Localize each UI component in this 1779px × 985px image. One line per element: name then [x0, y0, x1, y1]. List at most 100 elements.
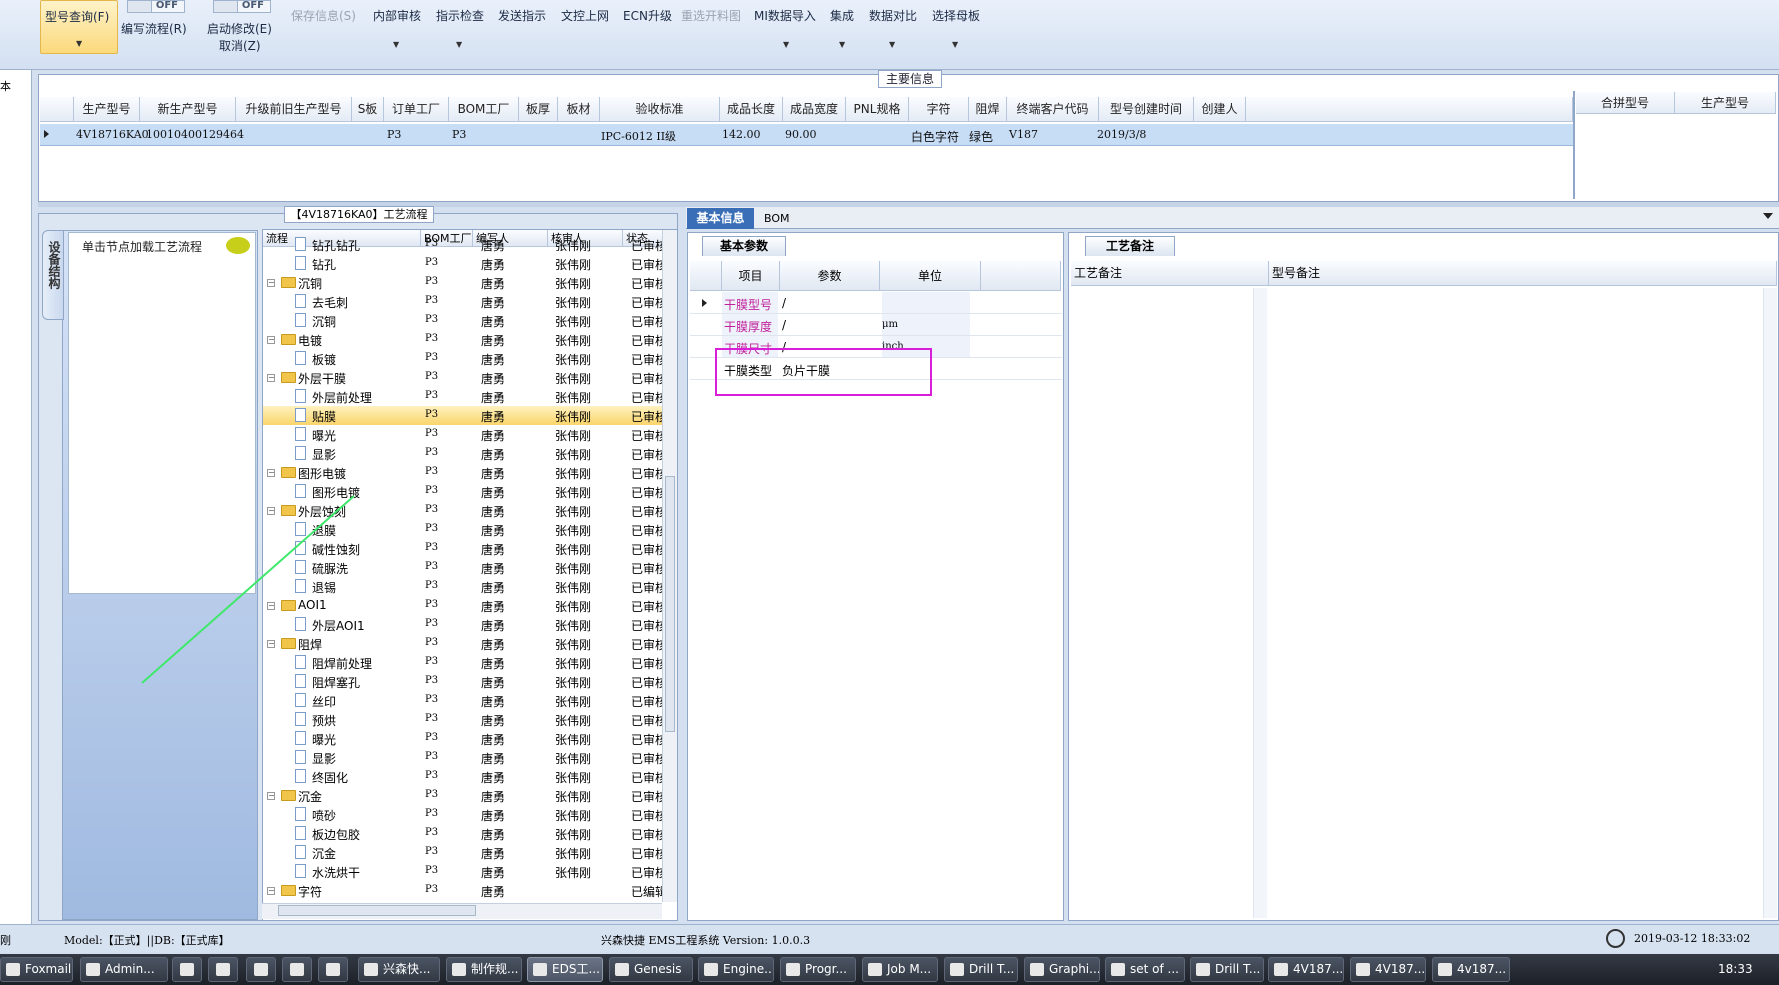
ecn-upgrade-button[interactable]: ECN升级 [623, 7, 672, 24]
taskbar-button[interactable]: Foxmail [0, 957, 73, 982]
col-customer-code[interactable]: 终端客户代码 [1007, 97, 1099, 122]
tree-row[interactable]: 显影 P3 唐勇 张伟刚 已审核 [263, 748, 667, 767]
model-query-button[interactable]: 型号查询(F) ▼ [40, 0, 118, 54]
param-value[interactable]: / [782, 318, 786, 332]
col-s-board[interactable]: S板 [352, 97, 384, 122]
tree-row[interactable]: 板边包胶 P3 唐勇 张伟刚 已审核 [263, 824, 667, 843]
grid-corner[interactable] [40, 97, 74, 122]
start-modify-toggle[interactable]: OFF [213, 0, 271, 13]
model-notes-scrollbar[interactable] [1763, 288, 1777, 918]
start-modify-button[interactable]: 启动修改(E) [207, 20, 272, 37]
taskbar-button[interactable] [172, 957, 202, 982]
tree-row[interactable]: 显影 P3 唐勇 张伟刚 已审核 [263, 444, 667, 463]
taskbar-button[interactable] [246, 957, 276, 982]
taskbar-button[interactable]: 4V187... [1268, 957, 1344, 982]
col-merge-model[interactable]: 合拼型号 [1576, 92, 1675, 114]
params-corner[interactable] [690, 261, 722, 291]
chevron-down-icon[interactable]: ▼ [889, 40, 895, 49]
taskbar-button[interactable]: 制作规... [446, 957, 522, 982]
tree-row[interactable]: − 图形电镀 P3 唐勇 张伟刚 已审核 [263, 463, 667, 482]
param-row[interactable]: 干膜型号 / [690, 292, 1062, 314]
notes-col-process[interactable]: 工艺备注 [1071, 261, 1269, 286]
tree-row[interactable]: 板镀 P3 唐勇 张伟刚 已审核 [263, 349, 667, 368]
tree-hscroll-thumb[interactable] [278, 905, 476, 916]
chevron-down-icon[interactable]: ▼ [456, 40, 462, 49]
instruction-check-button[interactable]: 指示检查 [436, 7, 484, 24]
taskbar-button[interactable]: Graphi... [1024, 957, 1100, 982]
tree-row[interactable]: − 沉金 P3 唐勇 张伟刚 已审核 [263, 786, 667, 805]
col-old-model[interactable]: 升级前旧生产型号 [236, 97, 352, 122]
col-solder[interactable]: 阻焊 [969, 97, 1007, 122]
chevron-down-icon[interactable]: ▼ [783, 40, 789, 49]
tree-row[interactable]: − 字符 P3 唐勇 已编辑 [263, 881, 667, 900]
params-col-item[interactable]: 项目 [722, 261, 780, 291]
col-thickness[interactable]: 板厚 [519, 97, 558, 122]
tree-row[interactable]: 预烘 P3 唐勇 张伟刚 已审核 [263, 710, 667, 729]
col-char[interactable]: 字符 [909, 97, 969, 122]
doc-upload-button[interactable]: 文控上网 [561, 7, 609, 24]
col-side-prod-model[interactable]: 生产型号 [1675, 92, 1776, 114]
notes-scrollbar[interactable] [1253, 288, 1267, 918]
tree-row[interactable]: 沉金 P3 唐勇 张伟刚 已审核 [263, 843, 667, 862]
write-flow-toggle[interactable]: OFF [127, 0, 185, 13]
col-bom-factory[interactable]: BOM工厂 [449, 97, 519, 122]
col-order-factory[interactable]: 订单工厂 [384, 97, 449, 122]
col-pnl[interactable]: PNL规格 [846, 97, 909, 122]
taskbar-button[interactable]: 兴森快... [358, 957, 440, 982]
param-value[interactable]: / [782, 296, 786, 310]
tree-row[interactable]: 喷砂 P3 唐勇 张伟刚 已审核 [263, 805, 667, 824]
cancel-button[interactable]: 取消(Z) [219, 37, 261, 54]
taskbar-button[interactable] [282, 957, 312, 982]
notes-col-model[interactable]: 型号备注 [1269, 261, 1777, 286]
tab-basic-params[interactable]: 基本参数 [702, 236, 786, 256]
send-instruction-button[interactable]: 发送指示 [498, 7, 546, 24]
taskbar-button[interactable]: 4v187... [1432, 957, 1510, 982]
col-width[interactable]: 成品宽度 [783, 97, 846, 122]
chevron-down-icon[interactable]: ▼ [393, 40, 399, 49]
tree-row[interactable]: 钻孔 P3 唐勇 张伟刚 已审核 [263, 254, 667, 273]
collapse-icon[interactable]: − [267, 469, 275, 477]
taskbar-button[interactable] [208, 957, 238, 982]
col-created[interactable]: 型号创建时间 [1099, 97, 1194, 122]
collapse-icon[interactable]: − [267, 336, 275, 344]
integrate-button[interactable]: 集成 [830, 7, 854, 24]
tab-bom[interactable]: BOM [764, 212, 790, 225]
col-prod-model[interactable]: 生产型号 [74, 97, 140, 122]
mi-import-button[interactable]: MI数据导入 [754, 7, 816, 24]
taskbar-button[interactable] [318, 957, 348, 982]
tree-row[interactable]: 钻孔钻孔 P3 唐勇 张伟刚 已审核 [263, 235, 667, 254]
col-new-model[interactable]: 新生产型号 [140, 97, 236, 122]
select-mother-board-button[interactable]: 选择母板 [932, 7, 980, 24]
collapse-icon[interactable]: − [267, 887, 275, 895]
tree-row[interactable]: 沉铜 P3 唐勇 张伟刚 已审核 [263, 311, 667, 330]
taskbar-button[interactable]: Admin... [80, 957, 168, 982]
tree-row[interactable]: − 电镀 P3 唐勇 张伟刚 已审核 [263, 330, 667, 349]
tree-row[interactable]: 外层前处理 P3 唐勇 张伟刚 已审核 [263, 387, 667, 406]
col-standard[interactable]: 验收标准 [600, 97, 720, 122]
param-row[interactable]: 干膜厚度 / μm [690, 314, 1062, 336]
internal-review-button[interactable]: 内部审核 [373, 7, 421, 24]
write-flow-button[interactable]: 编写流程(R) [121, 20, 187, 37]
taskbar-button[interactable]: Genesis [609, 957, 693, 982]
taskbar-button[interactable]: Job M... [862, 957, 938, 982]
chevron-down-icon[interactable] [1763, 213, 1773, 219]
save-info-button[interactable]: 保存信息(S) [291, 7, 356, 24]
chevron-down-icon[interactable]: ▼ [839, 40, 845, 49]
params-col-unit[interactable]: 单位 [880, 261, 981, 291]
data-compare-button[interactable]: 数据对比 [869, 7, 917, 24]
col-material[interactable]: 板材 [558, 97, 600, 122]
tree-row[interactable]: 曝光 P3 唐勇 张伟刚 已审核 [263, 425, 667, 444]
tree-row[interactable]: 水洗烘干 P3 唐勇 张伟刚 已审核 [263, 862, 667, 881]
tab-device-structure[interactable]: 设备结构 [42, 230, 64, 320]
taskbar-clock[interactable]: 18:33 [1718, 962, 1753, 976]
tree-row[interactable]: 终固化 P3 唐勇 张伟刚 已审核 [263, 767, 667, 786]
taskbar-button[interactable]: EDS工... [527, 957, 603, 982]
reselect-material-button[interactable]: 重选开料图 [681, 7, 741, 24]
tree-row[interactable]: 去毛刺 P3 唐勇 张伟刚 已审核 [263, 292, 667, 311]
col-length[interactable]: 成品长度 [720, 97, 783, 122]
tree-row[interactable]: 贴膜 P3 唐勇 张伟刚 已审核 [263, 406, 667, 425]
taskbar-button[interactable]: Drill T... [944, 957, 1018, 982]
tree-row[interactable]: − 沉铜 P3 唐勇 张伟刚 已审核 [263, 273, 667, 292]
tab-process-notes[interactable]: 工艺备注 [1085, 236, 1175, 256]
taskbar-button[interactable]: Progr... [780, 957, 856, 982]
